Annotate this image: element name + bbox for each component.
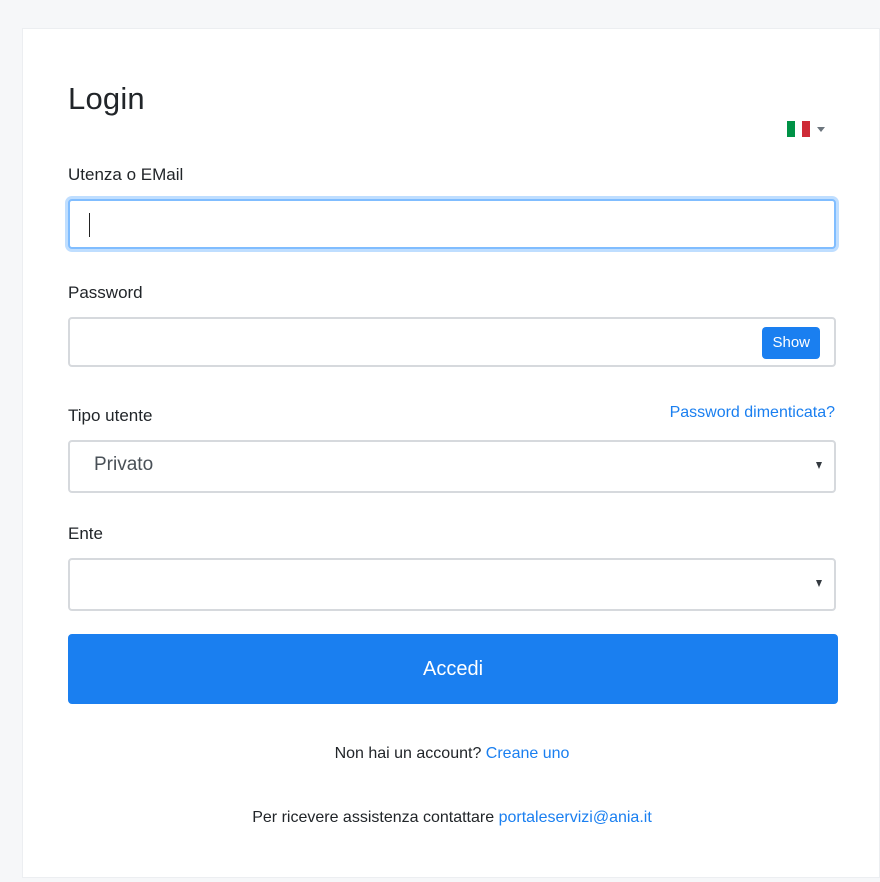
user-type-label: Tipo utente bbox=[68, 406, 153, 425]
login-submit-button[interactable]: Accedi bbox=[68, 634, 838, 704]
page-title: Login bbox=[68, 81, 145, 116]
support-line: Per ricevere assistenza contattare porta… bbox=[23, 809, 880, 827]
register-prompt-text: Non hai un account? bbox=[334, 745, 482, 762]
chevron-down-icon bbox=[817, 126, 825, 132]
username-label: Utenza o EMail bbox=[68, 165, 184, 184]
password-label: Password bbox=[68, 283, 143, 302]
show-password-button[interactable]: Show bbox=[762, 327, 820, 359]
username-input[interactable] bbox=[68, 199, 836, 249]
support-text: Per ricevere assistenza contattare bbox=[252, 809, 495, 826]
italy-flag-icon bbox=[787, 121, 811, 137]
dropdown-arrow-icon bbox=[816, 462, 822, 469]
entity-select[interactable] bbox=[68, 558, 836, 611]
user-type-select[interactable]: Privato bbox=[68, 440, 836, 493]
support-email-link[interactable]: portaleservizi@ania.it bbox=[499, 809, 652, 826]
register-link[interactable]: Creane uno bbox=[486, 745, 570, 762]
language-selector[interactable] bbox=[787, 121, 825, 137]
text-cursor bbox=[89, 213, 90, 237]
register-prompt: Non hai un account? Creane uno bbox=[23, 745, 880, 763]
user-type-value: Privato bbox=[94, 454, 154, 475]
dropdown-arrow-icon bbox=[816, 580, 822, 587]
entity-label: Ente bbox=[68, 524, 103, 543]
forgot-password-link[interactable]: Password dimenticata? bbox=[670, 404, 835, 422]
password-input[interactable]: Show bbox=[68, 317, 836, 367]
login-card: Login Utenza o EMail Password Show Passw… bbox=[22, 28, 880, 878]
